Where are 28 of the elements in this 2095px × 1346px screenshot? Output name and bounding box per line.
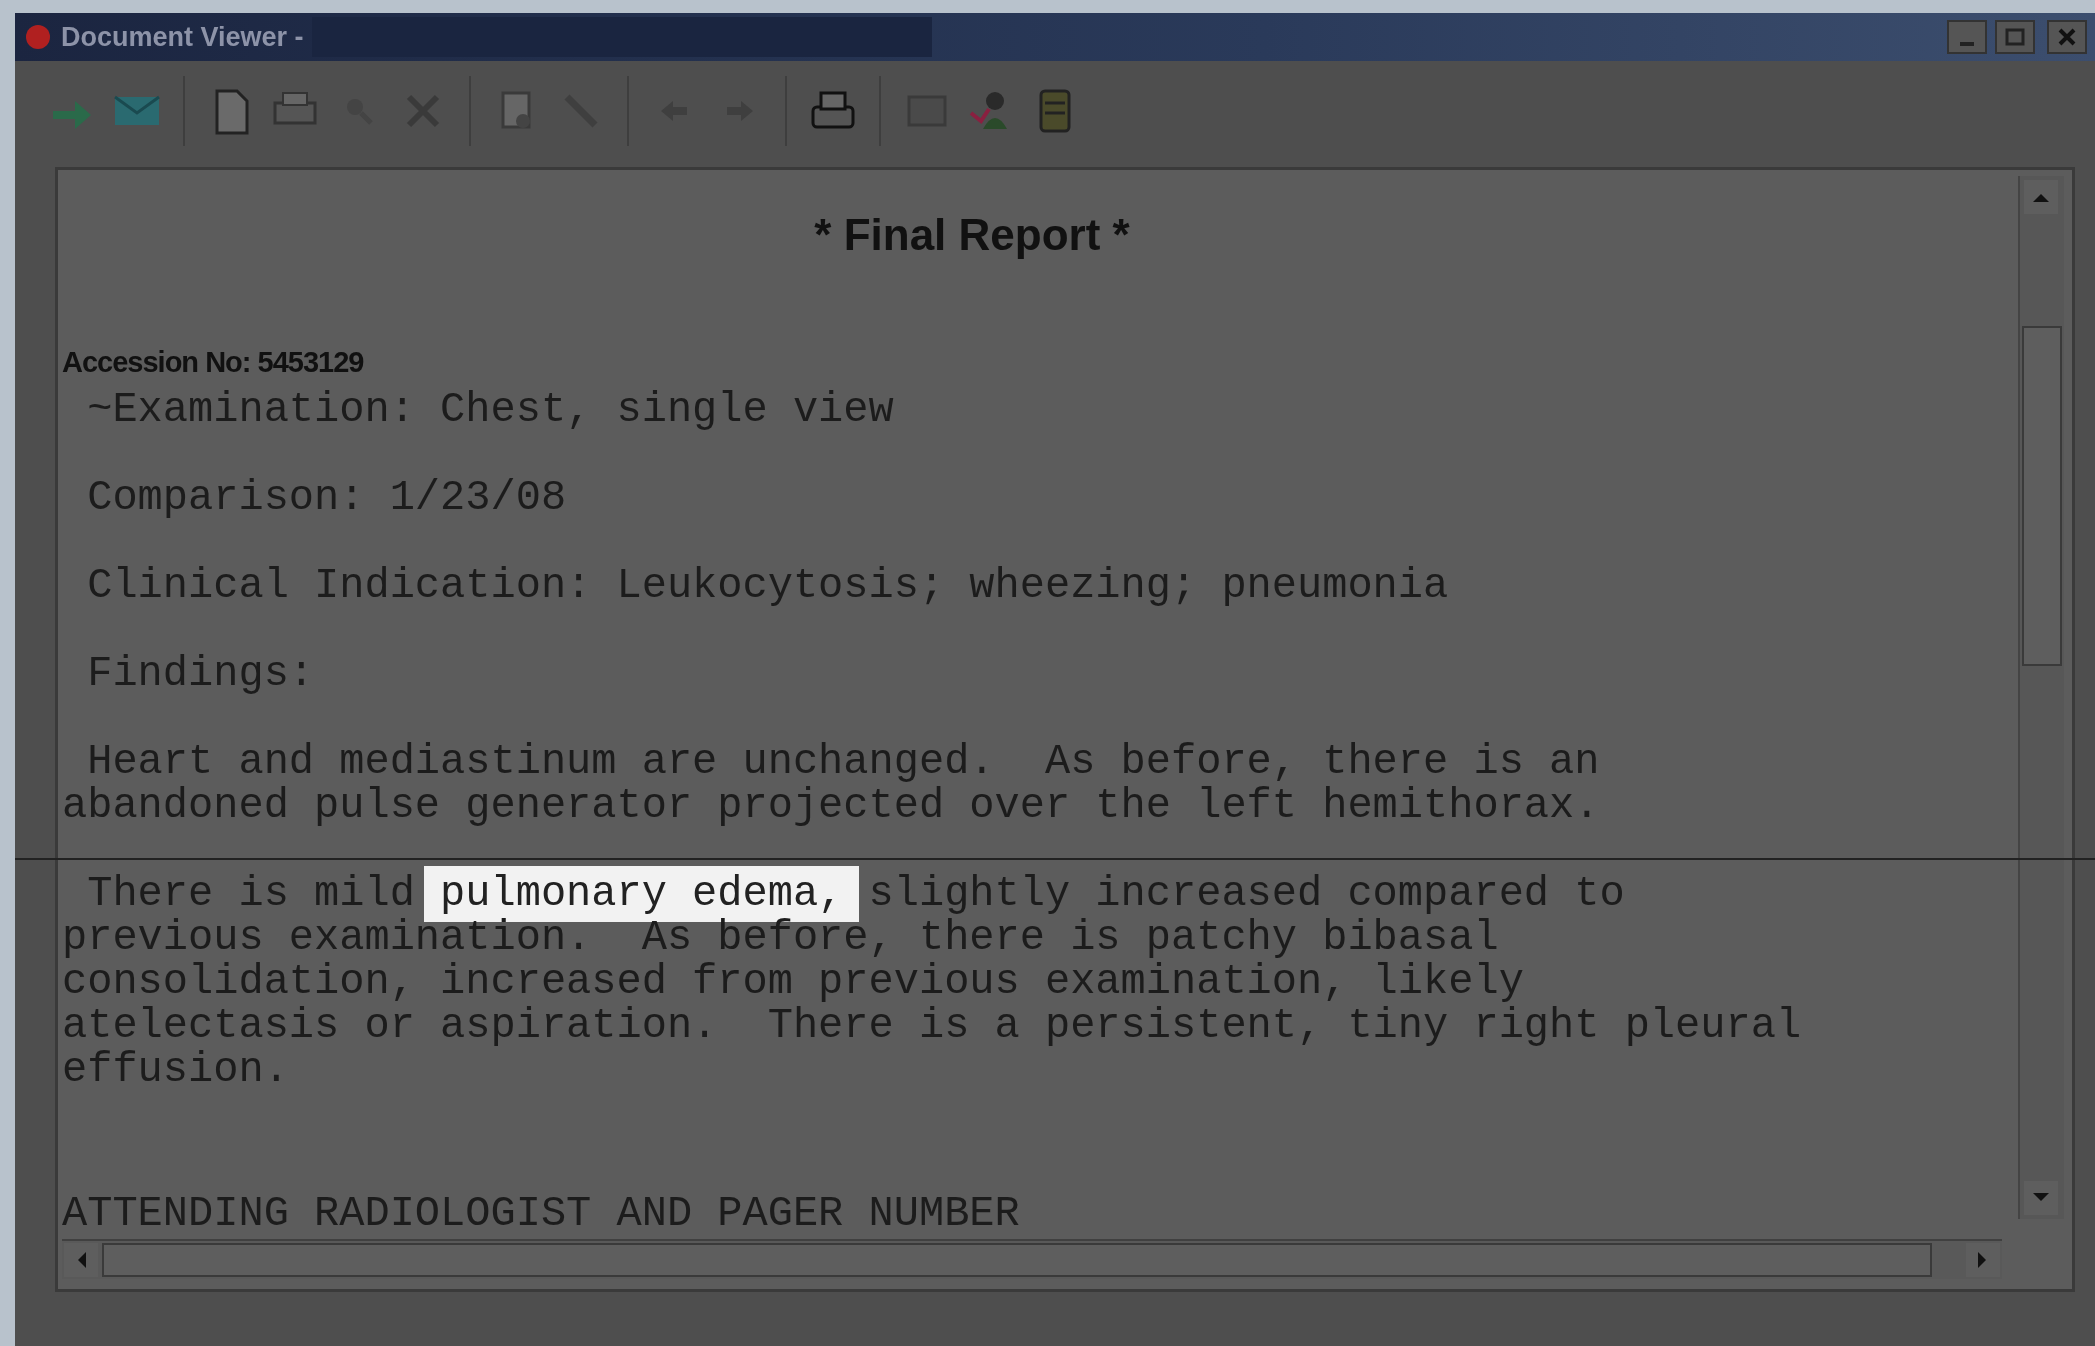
maximize-icon: [2004, 27, 2026, 47]
horizontal-scrollbar[interactable]: [62, 1239, 2002, 1279]
accession-number: Accession No: 5453129: [62, 345, 365, 380]
scroll-thumb[interactable]: [2022, 326, 2062, 666]
report-paragraph: ~Examination: Chest, single view: [86, 385, 895, 436]
report-title: * Final Report *: [813, 209, 1131, 261]
right-arrow-icon: [1978, 1252, 1988, 1268]
report-paragraph: Findings:: [86, 649, 316, 700]
down-arrow-icon: [2033, 1193, 2049, 1203]
close-button[interactable]: [2047, 20, 2087, 54]
maximize-button[interactable]: [1995, 20, 2035, 54]
scroll-down-button[interactable]: [2024, 1181, 2058, 1215]
report-paragraph: Comparison: 1/23/08: [86, 473, 568, 524]
minimize-icon: [1960, 42, 1974, 46]
scroll-thumb[interactable]: [102, 1243, 1932, 1277]
scroll-up-button[interactable]: [2024, 180, 2058, 214]
close-icon: [2056, 26, 2078, 48]
up-arrow-icon: [2033, 192, 2049, 202]
report-paragraph: Heart and mediastinum are unchanged. As before, there is an abandoned pulse generator projected over the left hemithorax.: [62, 737, 1601, 832]
scroll-right-button[interactable]: [1966, 1243, 2000, 1277]
minimize-button[interactable]: [1947, 20, 1987, 54]
scroll-left-button[interactable]: [64, 1243, 98, 1277]
vertical-scrollbar[interactable]: [2018, 176, 2064, 1219]
report-paragraph: There is mild pulmonary edema, slightly increased compared to previous examination. As before, there is patchy bibasal consolidation, increased from previous examination, likely atelectasis or aspiration. There is a persistent, tiny right pleural effusion.: [62, 866, 1982, 1098]
section-heading: ATTENDING RADIOLOGIST AND PAGER NUMBER: [62, 1189, 1021, 1240]
window-title: Document Viewer -: [61, 20, 304, 54]
report-paragraph: Clinical Indication: Leukocytosis; wheezing; pneumonia: [86, 561, 1450, 612]
left-arrow-icon: [76, 1252, 86, 1268]
